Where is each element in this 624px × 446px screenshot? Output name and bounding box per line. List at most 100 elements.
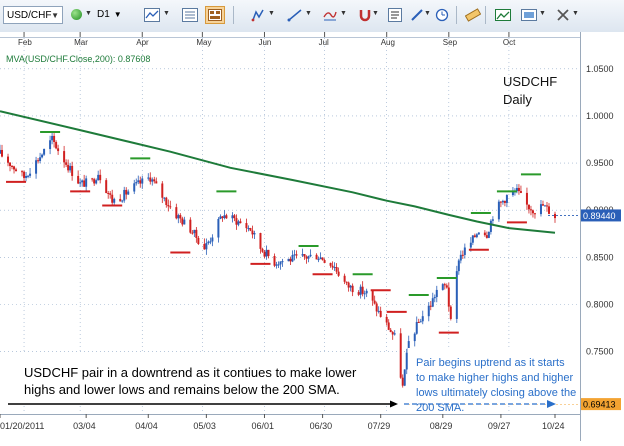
candle-body (125, 189, 128, 195)
candle-body (189, 219, 192, 233)
timer-icon[interactable] (432, 6, 452, 24)
candle-body (81, 180, 84, 183)
downtrend-annotation-box (6, 354, 399, 406)
candle-body (361, 286, 364, 294)
candle-body (53, 135, 56, 143)
chevron-down-icon[interactable]: ▼ (305, 10, 312, 17)
annotation-line: lows ultimately closing above the (416, 387, 576, 399)
candle-body (539, 204, 542, 215)
candle-body (29, 173, 32, 176)
candle-body (165, 197, 168, 206)
candle-body (207, 241, 210, 244)
candle-body (491, 219, 494, 221)
chevron-down-icon[interactable]: ▼ (163, 10, 170, 17)
indicator-label: MVA(USD/CHF.Close,200): 0.87608 (6, 54, 150, 64)
candle-body (321, 257, 324, 261)
symbol-select[interactable]: USD/CHF ▼ (3, 6, 63, 24)
candle-body (533, 213, 536, 215)
candle-body (153, 179, 156, 182)
candle-body (121, 200, 124, 202)
candle-body (237, 221, 240, 225)
candle-body (211, 237, 214, 242)
date-tick-label: 01/20/2011 (0, 421, 44, 431)
candle-body (139, 180, 142, 184)
indicator-icon[interactable] (320, 6, 340, 24)
chart-type-icon[interactable] (180, 6, 200, 24)
date-tick-label: 05/03 (193, 421, 216, 431)
chevron-down-icon[interactable]: ▼ (85, 10, 92, 17)
candle-body (133, 183, 136, 192)
candle-body (499, 201, 502, 203)
line-chart-icon[interactable] (142, 6, 162, 24)
candle-body (275, 264, 278, 266)
month-label: Jul (319, 38, 329, 47)
chevron-down-icon[interactable]: ▼ (340, 10, 347, 17)
candle-body (371, 290, 374, 301)
ruler-icon[interactable] (463, 6, 483, 24)
candle-body (421, 316, 424, 322)
linked-charts-icon[interactable] (248, 6, 268, 24)
image-icon[interactable] (519, 6, 539, 24)
text-tool-icon[interactable] (385, 6, 405, 24)
period-select[interactable]: D1 ▼ (97, 6, 122, 24)
date-tick-label: 09/27 (488, 421, 511, 431)
chevron-down-icon[interactable]: ▼ (372, 10, 379, 17)
candle-body (289, 258, 292, 262)
candle-body (445, 285, 448, 288)
status-ball-icon[interactable] (71, 9, 82, 20)
candle-body (287, 258, 290, 262)
chevron-down-icon[interactable]: ▼ (572, 10, 579, 17)
month-label: Feb (18, 38, 32, 47)
low-price-value: 0.69413 (583, 400, 616, 410)
candle-body (379, 310, 382, 317)
candle-body (41, 154, 44, 158)
candle-body (39, 157, 42, 161)
candle-body (554, 213, 556, 219)
candle-body (163, 197, 166, 199)
annotation-line: Pair begins uptrend as it starts (416, 357, 565, 369)
candle-body (427, 305, 430, 317)
candle-body (197, 237, 200, 244)
candle-body (433, 297, 436, 299)
candle-body (541, 204, 544, 206)
month-label: Apr (136, 38, 149, 47)
chevron-down-icon[interactable]: ▼ (424, 10, 431, 17)
candle-body (519, 191, 522, 193)
candle-body (223, 215, 226, 219)
candle-body (1, 149, 4, 157)
candle-body (485, 235, 488, 238)
candle-body (471, 235, 474, 243)
candle-body (429, 305, 432, 307)
price-chart[interactable]: Feb Mar Apr May Jun Jul Aug Sep Oct 1.0500 1.0000… (0, 32, 624, 441)
chevron-down-icon: ▼ (113, 10, 122, 19)
date-tick-label: 10/24 (542, 421, 565, 431)
candle-body (349, 285, 352, 288)
candle-body (65, 162, 68, 165)
tools-icon[interactable] (553, 6, 573, 24)
candle-body (13, 166, 16, 170)
candle-body (389, 329, 392, 333)
price-chart-area[interactable]: Feb Mar Apr May Jun Jul Aug Sep Oct 1.0500 1.0000… (0, 32, 624, 441)
price-tick-label: 0.8000 (586, 299, 614, 309)
candle-body (205, 243, 208, 250)
candle-body (529, 209, 532, 211)
candle-body (99, 174, 102, 181)
candle-body (253, 233, 256, 235)
candle-body (27, 175, 30, 177)
candle-body (447, 287, 450, 307)
candle-body (303, 254, 306, 257)
candle-body (37, 160, 40, 162)
draw-tool-icon[interactable] (285, 6, 305, 24)
candle-body (375, 303, 378, 312)
candle-body (373, 300, 376, 304)
chevron-down-icon[interactable]: ▼ (539, 10, 546, 17)
chart-title-symbol: USDCHF (503, 74, 557, 89)
candle-body (149, 177, 152, 182)
chevron-down-icon[interactable]: ▼ (268, 10, 275, 17)
candle-body (527, 204, 530, 210)
candle-body (83, 180, 86, 187)
screenshot-icon[interactable] (493, 6, 513, 24)
candle-body (489, 220, 492, 232)
candle-body (357, 292, 360, 295)
chart-properties-icon[interactable] (205, 6, 225, 24)
